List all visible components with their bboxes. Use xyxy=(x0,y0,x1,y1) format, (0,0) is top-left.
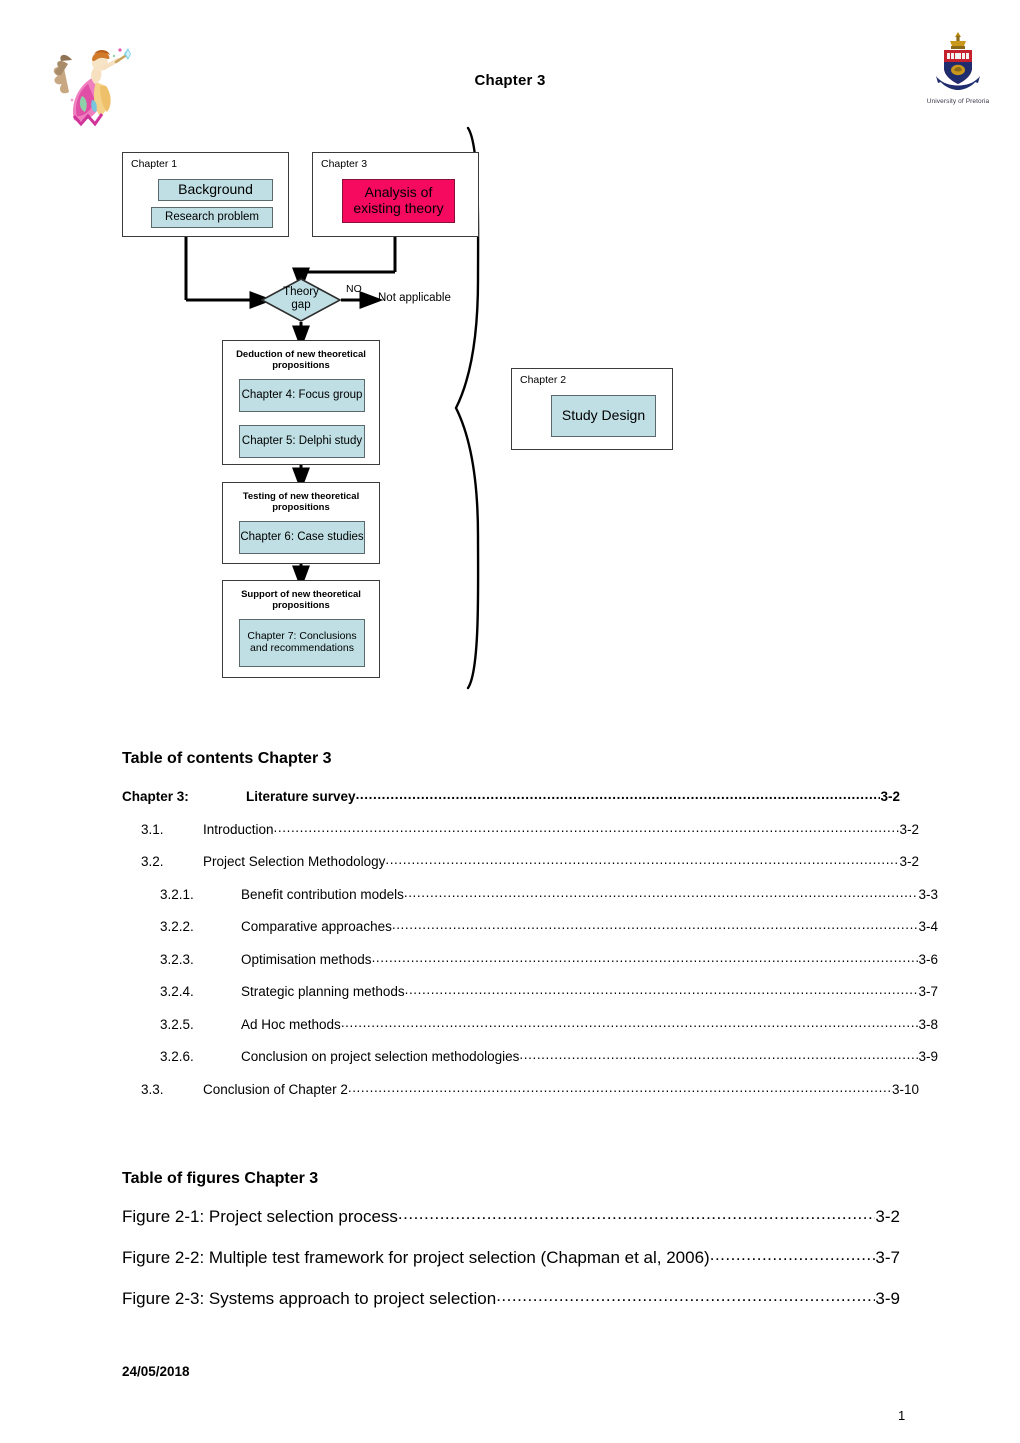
flow-group-support: Support of new theoretical propositions … xyxy=(222,580,380,678)
toc-dot-leader xyxy=(385,853,899,867)
toc-entry[interactable]: 3.2.4. Strategic planning methods 3-7 xyxy=(160,985,938,999)
university-logo-caption: University of Pretoria xyxy=(926,98,990,105)
figure-entry[interactable]: Figure 2-1: Project selection process 3-… xyxy=(122,1208,900,1225)
flow-box-chapter3: Chapter 3 Analysis of existing theory xyxy=(312,152,479,237)
toc-entry-page: 3-2 xyxy=(880,789,900,804)
flow-node-not-applicable: Not applicable xyxy=(378,292,451,304)
toc-entry-number: 3.2.6. xyxy=(160,1049,194,1064)
toc-entry-title: Project Selection Methodology xyxy=(203,854,386,869)
toc-entry-page: 3-10 xyxy=(891,1081,919,1097)
figure-entry[interactable]: Figure 2-2: Multiple test framework for … xyxy=(122,1249,900,1266)
footer-date: 24/05/2018 xyxy=(122,1364,190,1379)
toc-dot-leader xyxy=(372,951,919,965)
toc-dot-leader xyxy=(274,821,900,835)
toc-entry[interactable]: 3.2.6. Conclusion on project selection m… xyxy=(160,1050,938,1064)
toc-entry[interactable]: Chapter 3: Literature survey 3-2 xyxy=(122,790,900,804)
flow-chip-chapter5-delphi-study: Chapter 5: Delphi study xyxy=(239,425,365,458)
flow-box-chapter2: Chapter 2 Study Design xyxy=(511,368,673,450)
toc-entry-title: Strategic planning methods xyxy=(241,984,405,999)
figure-entry-title: Figure 2-3: Systems approach to project … xyxy=(122,1289,497,1308)
flow-chip-research-problem: Research problem xyxy=(151,207,273,228)
toc-dot-leader xyxy=(392,918,919,932)
toc-entry[interactable]: 3.1. Introduction 3-2 xyxy=(141,821,919,837)
toc-entry[interactable]: 3.2.2. Comparative approaches 3-4 xyxy=(160,920,938,934)
toc-entry-number: 3.2.3. xyxy=(160,951,194,967)
footer-page-number: 1 xyxy=(898,1408,906,1423)
toc-entry-title: Conclusion on project selection methodol… xyxy=(241,1049,520,1064)
toc-entry-title: Optimisation methods xyxy=(241,951,372,967)
flow-group-deduction-title: Deduction of new theoretical proposition… xyxy=(236,349,366,372)
flow-group-testing-title: Testing of new theoretical propositions xyxy=(242,491,360,514)
toc-dot-leader xyxy=(348,1081,892,1095)
toc-entry-page: 3-7 xyxy=(918,984,938,999)
flow-box-chapter2-label: Chapter 2 xyxy=(520,374,567,386)
toc-entry-number: Chapter 3: xyxy=(122,789,189,804)
toc-entry-page: 3-9 xyxy=(918,1049,938,1064)
toc-dot-leader xyxy=(356,788,881,802)
figure-entry-title: Figure 2-2: Multiple test framework for … xyxy=(122,1248,710,1267)
toc-entry-title: Conclusion of Chapter 2 xyxy=(203,1081,348,1097)
table-of-figures-heading: Table of figures Chapter 3 xyxy=(122,1170,319,1187)
toc-entry-number: 3.2.5. xyxy=(160,1016,194,1032)
flow-chip-chapter7-conclusions: Chapter 7: Conclusions and recommendatio… xyxy=(239,619,365,667)
toc-entry[interactable]: 3.2.1. Benefit contribution models 3-3 xyxy=(160,886,938,902)
toc-dot-leader xyxy=(341,1016,919,1030)
toc-dot-leader xyxy=(404,886,919,900)
figure-dot-leader xyxy=(398,1205,876,1222)
flow-box-chapter1-label: Chapter 1 xyxy=(131,158,178,170)
university-of-pretoria-logo: University of Pretoria xyxy=(908,30,1008,108)
flow-box-chapter1: Chapter 1 Background Research problem xyxy=(122,152,289,237)
toc-entry-number: 3.3. xyxy=(141,1081,164,1097)
toc-entry-number: 3.1. xyxy=(141,821,164,837)
toc-entry-page: 3-4 xyxy=(918,919,938,934)
table-of-contents-list: Chapter 3: Literature survey 3-2 3.1. In… xyxy=(122,790,938,1115)
toc-entry-page: 3-6 xyxy=(918,951,938,967)
toc-entry-title: Literature survey xyxy=(246,789,356,804)
flow-group-support-title: Support of new theoretical propositions xyxy=(241,589,361,612)
flow-chip-chapter6-case-studies: Chapter 6: Case studies xyxy=(239,521,365,554)
toc-dot-leader xyxy=(405,983,919,997)
figure-entry-page: 3-9 xyxy=(875,1289,900,1308)
figure-entry-page: 3-2 xyxy=(875,1207,900,1226)
figure-entry[interactable]: Figure 2-3: Systems approach to project … xyxy=(122,1290,900,1307)
figure-entry-title: Figure 2-1: Project selection process xyxy=(122,1207,398,1226)
flow-chip-analysis-of-existing-theory: Analysis of existing theory xyxy=(342,179,455,223)
toc-entry-number: 3.2.4. xyxy=(160,984,194,999)
toc-entry[interactable]: 3.2. Project Selection Methodology 3-2 xyxy=(141,855,919,869)
toc-entry-title: Introduction xyxy=(203,821,274,837)
toc-entry-title: Comparative approaches xyxy=(241,919,392,934)
table-of-contents-heading: Table of contents Chapter 3 xyxy=(122,750,332,767)
toc-entry-title: Ad Hoc methods xyxy=(241,1016,341,1032)
flow-group-deduction: Deduction of new theoretical proposition… xyxy=(222,340,380,465)
toc-entry-number: 3.2. xyxy=(141,854,164,869)
flow-branch-label-no: NO xyxy=(346,283,362,295)
page-header-title: Chapter 3 xyxy=(474,72,546,89)
flow-chip-chapter4-focus-group: Chapter 4: Focus group xyxy=(239,379,365,412)
toc-dot-leader xyxy=(519,1048,918,1062)
flow-decision-theory-gap: Theory gap xyxy=(260,278,342,322)
flow-chip-study-design: Study Design xyxy=(551,395,656,437)
figure-entry-page: 3-7 xyxy=(875,1248,900,1267)
toc-entry-page: 3-2 xyxy=(899,854,919,869)
toc-entry[interactable]: 3.3. Conclusion of Chapter 2 3-10 xyxy=(141,1081,919,1097)
research-methodology-flowchart: Chapter 1 Background Research problem Ch… xyxy=(0,120,1020,710)
toc-entry[interactable]: 3.2.3. Optimisation methods 3-6 xyxy=(160,951,938,967)
toc-entry[interactable]: 3.2.5. Ad Hoc methods 3-8 xyxy=(160,1016,938,1032)
toc-entry-number: 3.2.1. xyxy=(160,886,194,902)
flow-chip-background: Background xyxy=(158,179,273,201)
flow-group-testing: Testing of new theoretical propositions … xyxy=(222,482,380,564)
figure-dot-leader xyxy=(496,1287,875,1304)
toc-entry-title: Benefit contribution models xyxy=(241,886,404,902)
toc-entry-page: 3-2 xyxy=(899,821,919,837)
toc-entry-number: 3.2.2. xyxy=(160,919,194,934)
document-page: Chapter 3 University of Pretoria Chapter… xyxy=(0,0,1020,1443)
flow-box-chapter3-label: Chapter 3 xyxy=(321,158,368,170)
table-of-figures-list: Figure 2-1: Project selection process 3-… xyxy=(122,1208,900,1331)
toc-entry-page: 3-8 xyxy=(918,1016,938,1032)
toc-entry-page: 3-3 xyxy=(918,886,938,902)
figure-dot-leader xyxy=(710,1246,876,1263)
